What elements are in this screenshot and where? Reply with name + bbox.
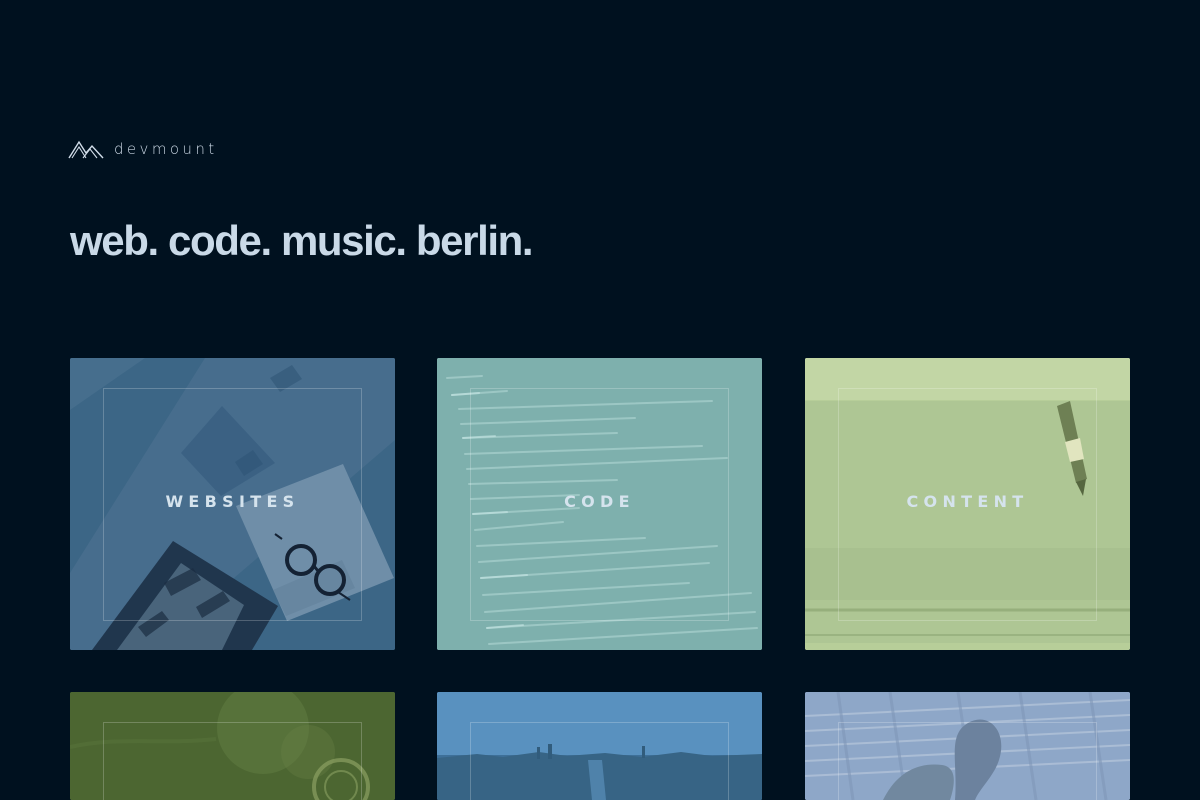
- tile-frame: [103, 722, 362, 800]
- tile-content[interactable]: CONTENT: [805, 358, 1130, 650]
- mountain-peaks-icon: [68, 140, 104, 159]
- tile-frame: [838, 722, 1097, 800]
- tile-frame: [470, 722, 729, 800]
- tile-label-content: CONTENT: [906, 492, 1029, 511]
- tile-bottom-right[interactable]: [805, 692, 1130, 800]
- tile-code[interactable]: CODE: [437, 358, 762, 650]
- tile-label-websites: WEBSITES: [165, 492, 300, 511]
- tile-label-code: CODE: [564, 492, 635, 511]
- tile-bottom-center[interactable]: [437, 692, 762, 800]
- brand-home-link[interactable]: devmount: [68, 134, 218, 164]
- page: devmount web. code. music. berlin. WEBSI…: [0, 0, 1200, 800]
- tile-websites[interactable]: WEBSITES: [70, 358, 395, 650]
- tile-bottom-left[interactable]: [70, 692, 395, 800]
- hero-tagline: web. code. music. berlin.: [70, 217, 534, 264]
- brand-name: devmount: [114, 139, 218, 158]
